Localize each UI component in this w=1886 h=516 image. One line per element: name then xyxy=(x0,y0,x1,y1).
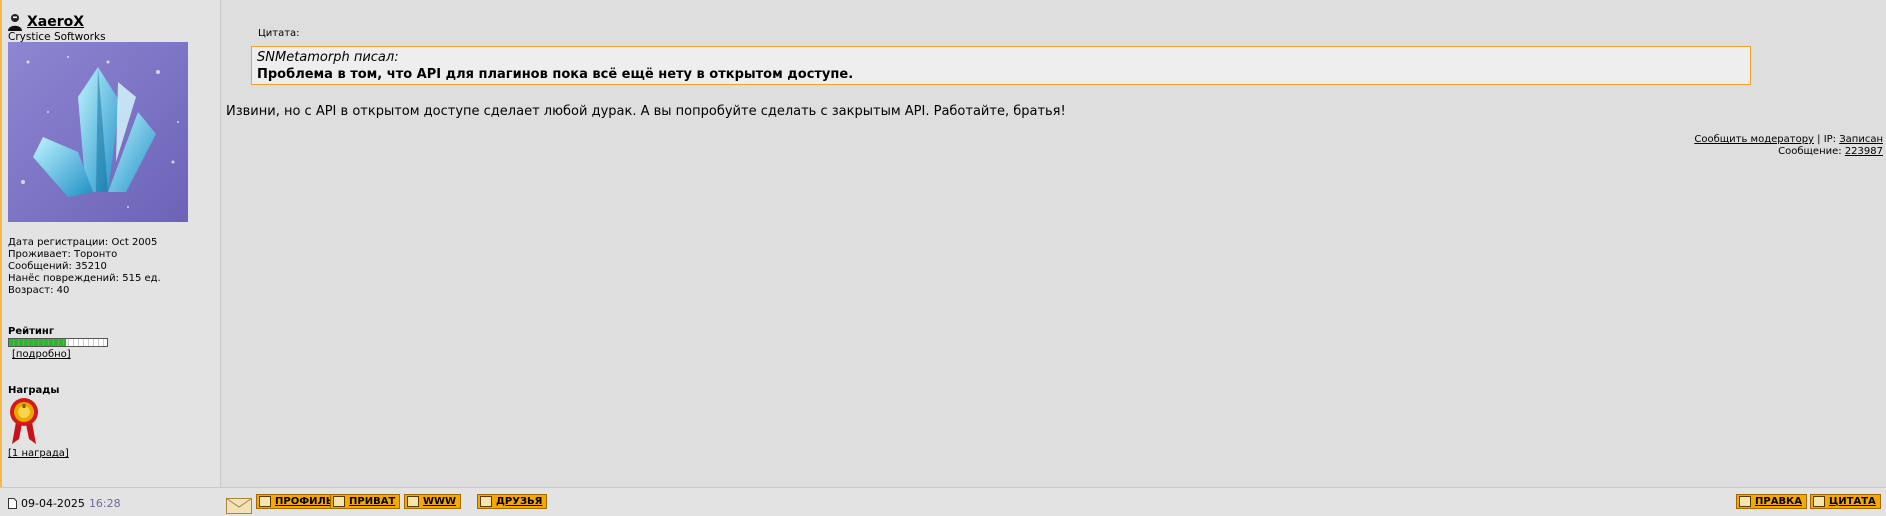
time-text: 16:28 xyxy=(88,497,121,510)
message-id-row: Сообщение: 223987 xyxy=(1694,146,1883,158)
stat-registration: Дата регистрации: Oct 2005 xyxy=(8,237,158,248)
quote-author: SNMetamorph писал: xyxy=(257,50,399,65)
username-link[interactable]: XaeroX xyxy=(27,14,84,30)
post-body: Цитата: SNMetamorph писал: Проблема в то… xyxy=(221,0,1886,487)
message-id-link[interactable]: 223987 xyxy=(1845,146,1883,157)
private-message-icon xyxy=(333,496,345,507)
private-button-label: ПРИВАТ xyxy=(349,496,396,507)
edit-icon xyxy=(1739,496,1751,507)
medal-icon xyxy=(10,398,38,444)
rating-details-link[interactable]: [подробно] xyxy=(12,349,71,360)
quote-header: Цитата: xyxy=(258,28,300,39)
quote-text: Проблема в том, что API для плагинов пок… xyxy=(257,67,854,82)
ip-label: | IP: xyxy=(1817,134,1837,145)
edit-button[interactable]: ПРАВКА xyxy=(1736,494,1807,509)
mail-icon[interactable] xyxy=(226,496,252,514)
user-stats: Дата регистрации: Oct 2005 Проживает: То… xyxy=(8,237,161,297)
quote-icon xyxy=(1813,496,1825,507)
quote-button-label: ЦИТАТА xyxy=(1829,496,1876,507)
post-meta: Сообщить модератору | IP: Записан Сообще… xyxy=(1694,134,1883,158)
edit-button-label: ПРАВКА xyxy=(1755,496,1802,507)
stat-location: Проживает: Торонто xyxy=(8,249,118,260)
post-text: Извини, но с API в открытом доступе сдел… xyxy=(226,104,1066,119)
quote-button[interactable]: ЦИТАТА xyxy=(1810,494,1881,509)
friends-button-label: ДРУЗЬЯ xyxy=(496,496,543,507)
avatar xyxy=(8,42,188,222)
user-header: XaeroX xyxy=(7,12,84,32)
document-icon xyxy=(8,498,17,509)
profile-button-label: ПРОФИЛЬ xyxy=(275,496,334,507)
rating-label: Рейтинг xyxy=(8,326,55,337)
rating-bar xyxy=(8,338,108,347)
stat-posts: Сообщений: 35210 xyxy=(8,261,107,272)
rating-ticks xyxy=(9,339,107,346)
ip-link[interactable]: Записан xyxy=(1839,134,1883,145)
friends-button[interactable]: ДРУЗЬЯ xyxy=(477,494,548,509)
quote-box: SNMetamorph писал: Проблема в том, что A… xyxy=(251,46,1751,85)
profile-icon xyxy=(259,496,271,507)
post-date: 09-04-2025 16:28 xyxy=(8,497,121,510)
stat-damage: Нанёс повреждений: 515 ед. xyxy=(8,273,161,284)
home-icon xyxy=(407,496,419,507)
private-message-button[interactable]: ПРИВАТ xyxy=(330,494,401,509)
user-info-panel: XaeroX Crystice Softworks Дата регистрац… xyxy=(2,0,221,487)
www-button[interactable]: WWW xyxy=(404,494,462,509)
awards-label: Награды xyxy=(8,385,60,396)
awards-link[interactable]: [1 награда] xyxy=(8,448,69,459)
user-icon xyxy=(8,14,22,31)
post-footer: 09-04-2025 16:28 ПРОФИЛЬ ПРИВАТ WWW ДРУЗ… xyxy=(0,487,1886,516)
report-row: Сообщить модератору | IP: Записан xyxy=(1694,134,1883,146)
report-moderator-link[interactable]: Сообщить модератору xyxy=(1694,134,1814,145)
friends-icon xyxy=(480,496,492,507)
profile-button[interactable]: ПРОФИЛЬ xyxy=(256,494,339,509)
www-button-label: WWW xyxy=(423,496,457,507)
date-text: 09-04-2025 xyxy=(21,497,85,510)
stat-age: Возраст: 40 xyxy=(8,285,70,296)
message-label: Сообщение: xyxy=(1778,146,1842,157)
